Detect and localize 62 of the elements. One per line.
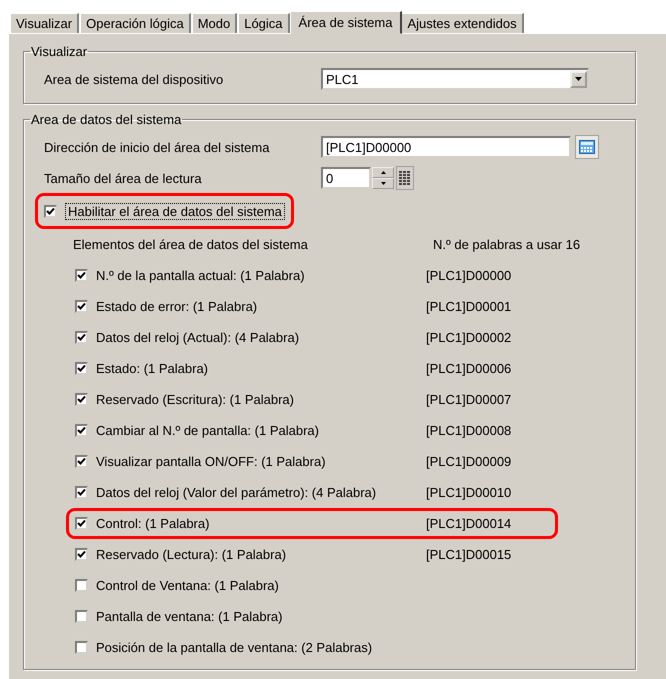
field-label: Area de sistema del dispositivo (44, 72, 224, 86)
tab[interactable]: Área de sistema (290, 11, 402, 34)
tab[interactable]: Lógica (238, 13, 290, 33)
checkbox-label[interactable]: N.º de la pantalla actual: (1 Palabra) (96, 268, 426, 283)
checkbox[interactable] (75, 362, 88, 375)
calculator-button[interactable] (575, 135, 599, 159)
field-label: Tamaño del área de lectura (44, 170, 203, 186)
checkbox[interactable] (75, 579, 88, 592)
tab[interactable]: Modo (192, 13, 238, 33)
address-text: [PLC1]D00015 (426, 547, 512, 562)
checkbox-label[interactable]: Visualizar pantalla ON/OFF: (1 Palabra) (96, 454, 426, 469)
group-title: Area de datos del sistema (30, 112, 182, 127)
up-arrow-icon (380, 171, 386, 174)
address-text: [PLC1]D00002 (426, 330, 512, 345)
checkbox-label[interactable]: Control: (1 Palabra) (96, 516, 426, 531)
dropdown[interactable]: PLC1 (321, 68, 589, 90)
checkbox[interactable] (75, 269, 88, 282)
checkbox[interactable] (75, 610, 88, 623)
column-header: Elementos del área de datos del sistema (73, 237, 309, 252)
field-label: Dirección de inicio del área del sistema (44, 140, 270, 154)
tab[interactable]: Operación lógica (80, 13, 191, 33)
address-text: [PLC1]D00001 (426, 299, 512, 314)
word-count: N.º de palabras a usar 16 (433, 237, 580, 252)
checkbox-label[interactable]: Reservado (Escritura): (1 Palabra) (96, 392, 426, 407)
address-text: [PLC1]D00009 (426, 454, 512, 469)
down-arrow-icon (380, 182, 386, 185)
checkbox[interactable] (75, 300, 88, 313)
checkbox-label[interactable]: Pantalla de ventana: (1 Palabra) (96, 609, 426, 624)
input-field[interactable]: [PLC1]D00000 (321, 136, 571, 158)
checkbox[interactable] (75, 641, 88, 654)
checkbox[interactable] (75, 517, 88, 530)
keypad-button[interactable] (396, 166, 414, 190)
checkbox[interactable] (75, 486, 88, 499)
spin-button[interactable] (372, 167, 394, 189)
checkbox[interactable] (75, 331, 88, 344)
tab[interactable]: Visualizar (10, 13, 80, 33)
checkbox-label[interactable]: Cambiar al N.º de pantalla: (1 Palabra) (96, 423, 426, 438)
tab[interactable]: Ajustes extendidos (401, 13, 524, 33)
checkbox-label[interactable]: Reservado (Lectura): (1 Palabra) (96, 547, 426, 562)
checkbox-label[interactable]: Estado: (1 Palabra) (96, 361, 426, 376)
checkbox-label[interactable]: Control de Ventana: (1 Palabra) (96, 578, 426, 593)
address-text: [PLC1]D00010 (426, 485, 512, 500)
checkbox[interactable] (75, 424, 88, 437)
caret-icon (575, 77, 582, 81)
keypad-icon (399, 170, 411, 186)
group-title: Visualizar (30, 44, 88, 59)
checkbox[interactable] (75, 455, 88, 468)
address-text: [PLC1]D00000 (426, 268, 512, 283)
checkbox[interactable] (44, 204, 57, 218)
checkbox-label[interactable]: Posición de la pantalla de ventana: (2 Palabras) (96, 640, 426, 655)
checkbox-label[interactable]: Habilitar el área de datos del sistema (65, 202, 285, 220)
address-text: [PLC1]D00014 (426, 516, 512, 531)
checkbox[interactable] (75, 548, 88, 561)
number-field[interactable]: 0 (321, 167, 371, 189)
checkbox[interactable] (75, 393, 88, 406)
address-text: [PLC1]D00008 (426, 423, 512, 438)
checkbox-label[interactable]: Datos del reloj (Actual): (4 Palabra) (96, 330, 426, 345)
calculator-icon (579, 140, 595, 154)
address-text: [PLC1]D00006 (426, 361, 512, 376)
checkbox-label[interactable]: Estado de error: (1 Palabra) (96, 299, 426, 314)
address-text: [PLC1]D00007 (426, 392, 512, 407)
checkbox-label[interactable]: Datos del reloj (Valor del parámetro): (4 Palabra) (96, 485, 426, 500)
